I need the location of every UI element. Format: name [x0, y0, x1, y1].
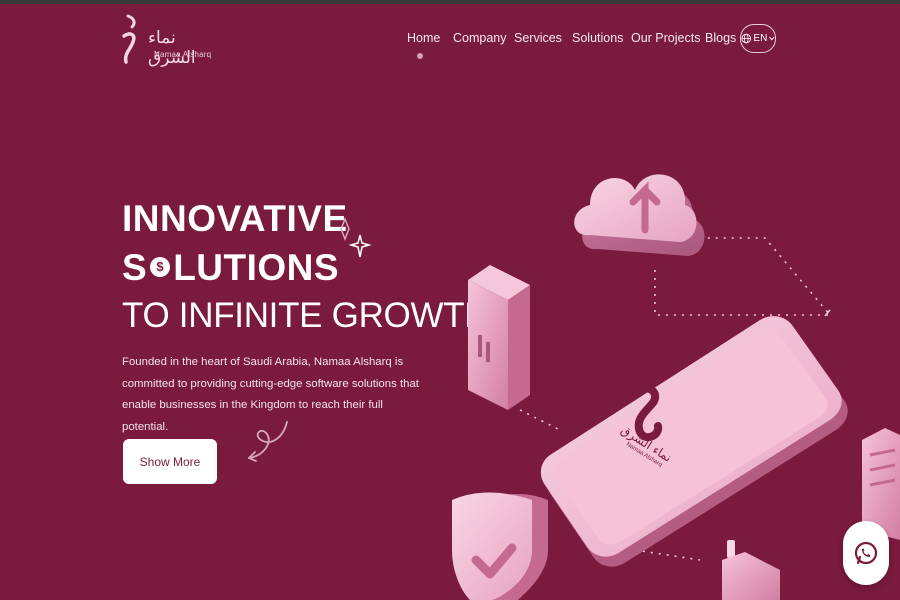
- nav-active-indicator: [417, 53, 423, 59]
- dollar-coin-icon: $: [150, 257, 171, 278]
- language-label: EN: [753, 33, 768, 44]
- nav-item-home[interactable]: Home: [407, 31, 440, 45]
- brand-name-arabic: نماء الشرق: [148, 28, 196, 68]
- nav-item-our-projects[interactable]: Our Projects: [631, 31, 700, 45]
- shield-check-icon: [452, 492, 548, 600]
- nav-item-solutions[interactable]: Solutions: [572, 31, 623, 45]
- brand-logo[interactable]: نماء الشرق Namaa Alsharq: [120, 14, 212, 68]
- whatsapp-icon: [854, 541, 878, 565]
- hero-title-line2-suffix: LUTIONS: [173, 247, 340, 288]
- hero-title-line2-prefix: S: [122, 247, 148, 288]
- browser-top-strip: [0, 0, 900, 4]
- brand-name-english: Namaa Alsharq: [154, 50, 212, 59]
- show-more-button[interactable]: Show More: [123, 439, 217, 484]
- nav-item-blogs[interactable]: Blogs: [705, 31, 736, 45]
- smartphone-icon: نماء الشرق Namaa Alsharq: [540, 316, 848, 567]
- nav-item-company[interactable]: Company: [453, 31, 507, 45]
- globe-icon: [741, 33, 751, 44]
- language-switcher[interactable]: EN: [740, 24, 776, 53]
- whatsapp-chat-button[interactable]: [843, 521, 889, 585]
- hero-illustration: نماء الشرق Namaa Alsharq: [452, 174, 900, 600]
- brand-mark-icon: [122, 14, 136, 64]
- cloud-upload-icon: [574, 174, 705, 256]
- charger-icon: [722, 540, 780, 600]
- hero-title-line1: INNOVATIVE: [122, 198, 348, 239]
- server-tower-icon: [468, 265, 530, 410]
- swirl-arrow-icon: [248, 421, 288, 462]
- hero-title-line2: S $ LUTIONS: [122, 247, 339, 289]
- chevron-down-icon: [769, 36, 775, 41]
- nav-item-services[interactable]: Services: [514, 31, 562, 45]
- sparkles-icon: [340, 216, 372, 258]
- hero-subtitle: TO INFINITE GROWTH: [122, 296, 490, 335]
